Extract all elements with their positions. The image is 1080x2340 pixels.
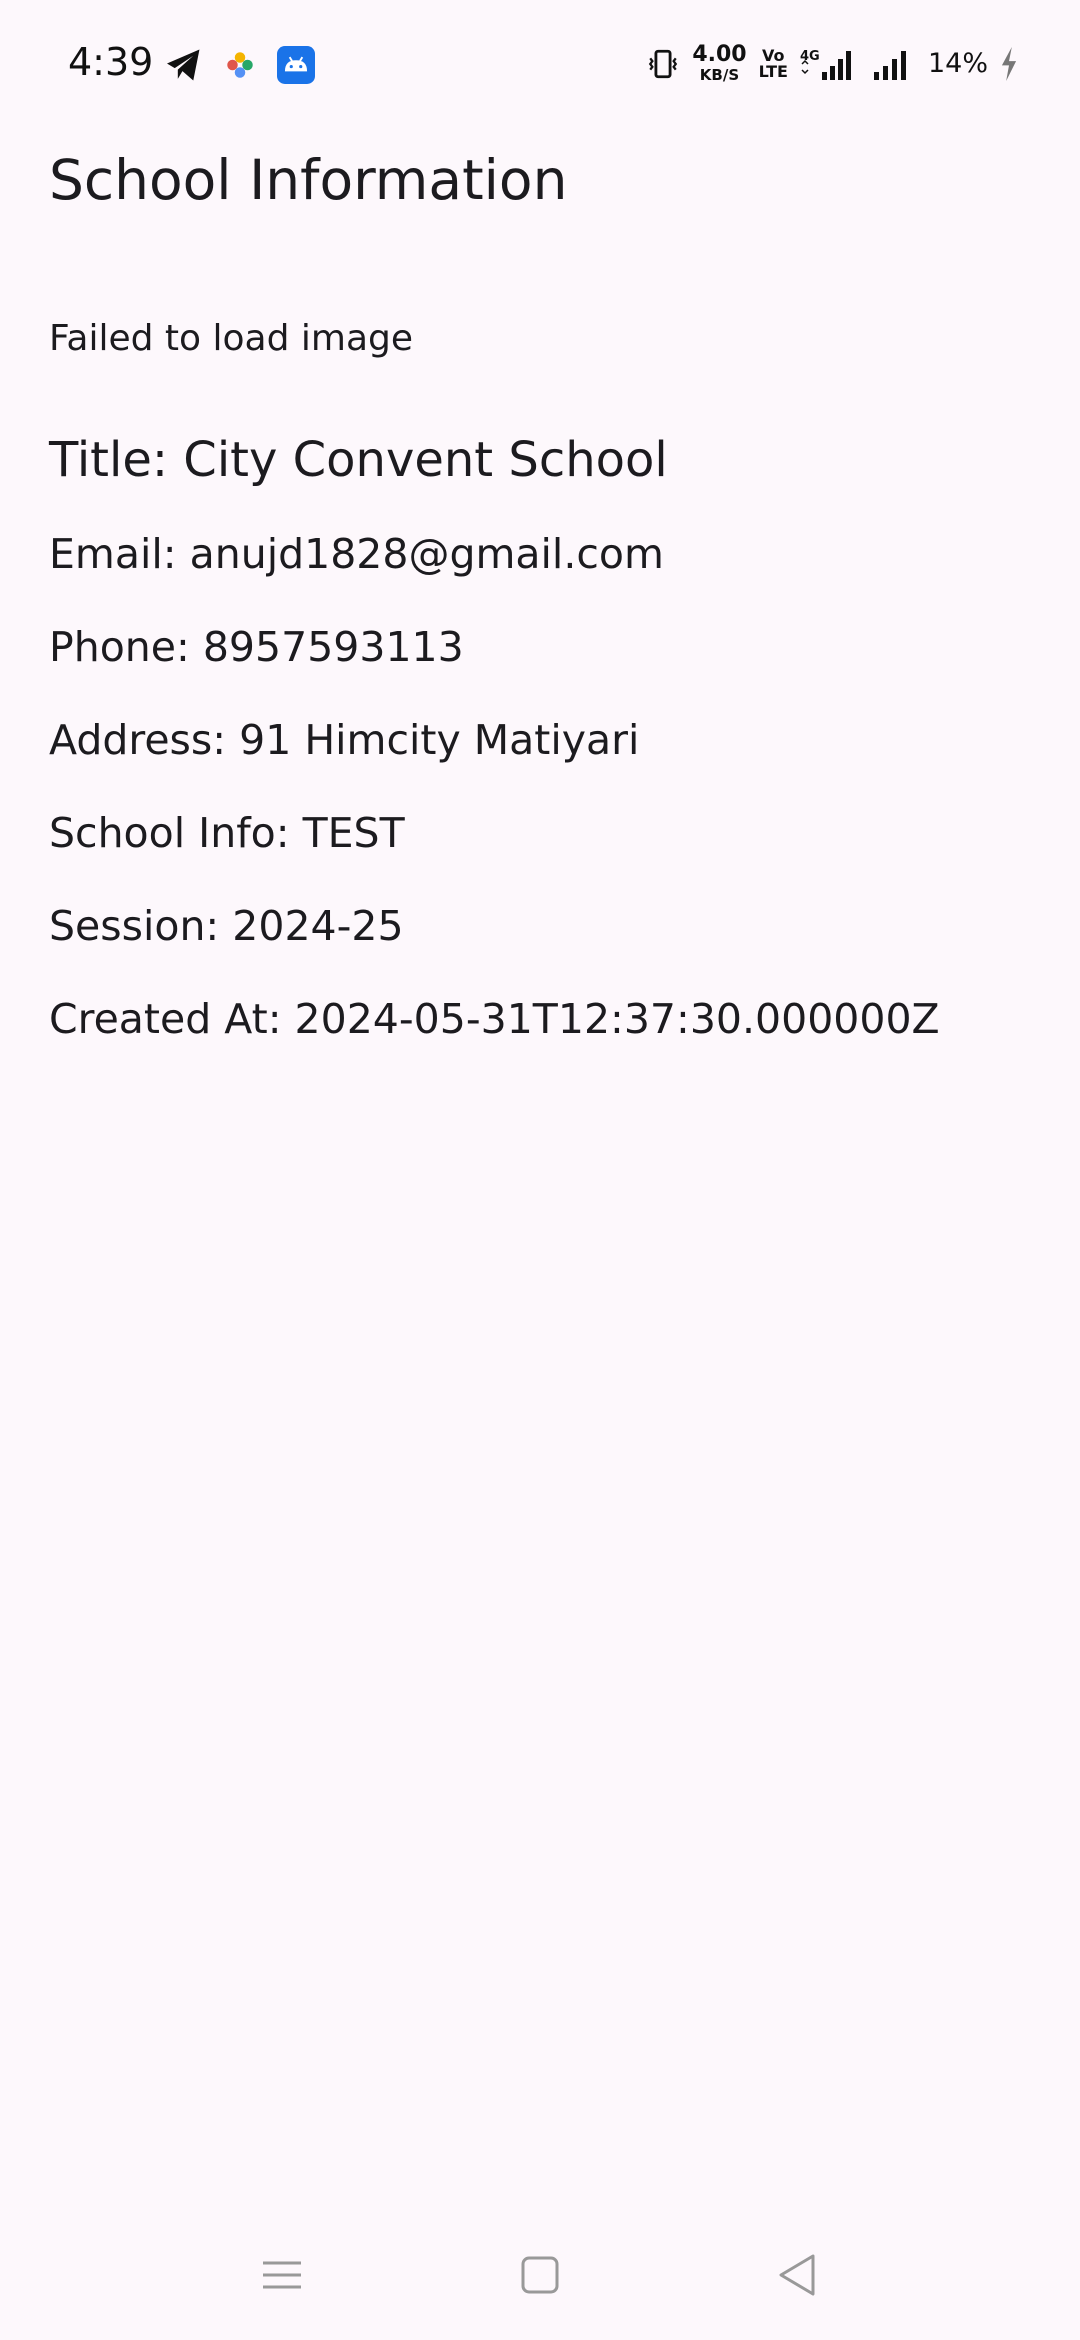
volte-indicator: Vo LTE [758,45,788,81]
status-time: 4:39 [68,40,154,84]
telegram-icon [165,48,203,82]
svg-text:4G: 4G [800,49,820,64]
school-address: Address: 91 Himcity Matiyari [49,716,640,764]
notification-icons [165,46,315,84]
school-title: Title: City Convent School [49,432,668,488]
school-created-at: Created At: 2024-05-31T12:37:30.000000Z [49,995,940,1043]
screen: 4:39 4.00 KB/S Vo LTE 4G 14% School Info… [0,0,1080,2340]
android-app-icon [277,46,315,84]
system-status-icons: 4.00 KB/S Vo LTE 4G 14% [646,44,1018,83]
home-icon [520,2255,560,2295]
signal-4g-icon: 4G [800,46,860,82]
status-bar: 4:39 4.00 KB/S Vo LTE 4G 14% [0,0,1080,130]
back-button[interactable] [757,2240,837,2310]
vibrate-icon [646,47,680,81]
home-button[interactable] [500,2240,580,2310]
network-speed: 4.00 KB/S [692,42,747,84]
charging-icon [1000,46,1018,81]
image-error-text: Failed to load image [49,318,414,359]
photos-icon [225,50,255,80]
battery-percent: 14% [927,48,988,79]
school-session: Session: 2024-25 [49,902,404,950]
menu-icon [261,2257,303,2293]
school-email: Email: anujd1828@gmail.com [49,530,664,578]
navigation-bar [0,2210,1080,2340]
school-phone: Phone: 8957593113 [49,623,464,671]
school-info: School Info: TEST [49,809,405,857]
signal-icon [872,46,916,82]
back-icon [777,2253,817,2297]
menu-button[interactable] [242,2240,322,2310]
page-title: School Information [49,148,568,212]
